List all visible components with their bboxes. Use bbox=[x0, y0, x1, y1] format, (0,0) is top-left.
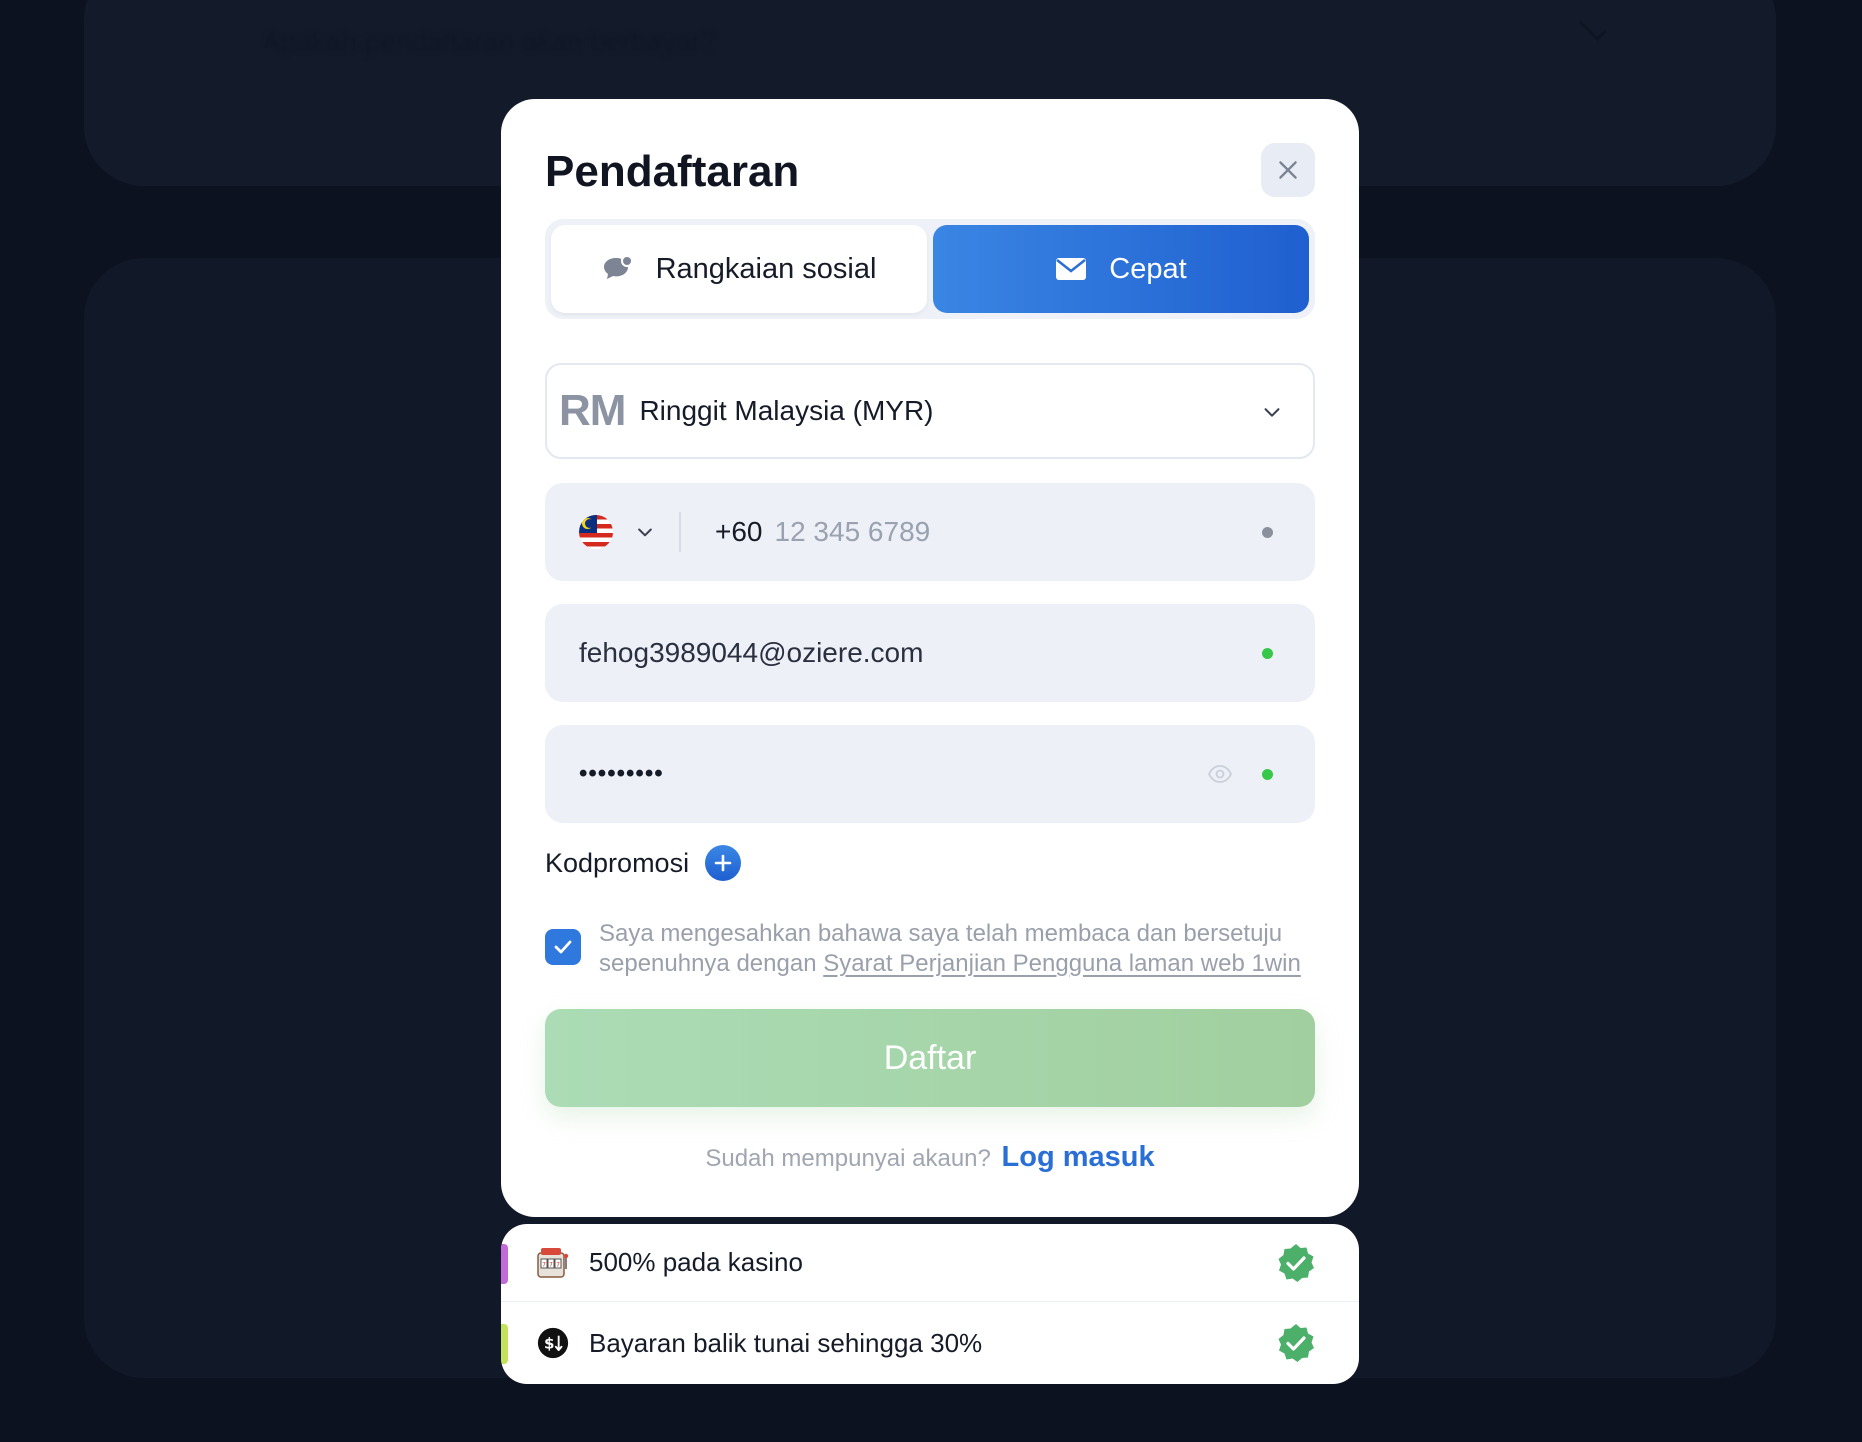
email-field[interactable]: fehog3989044@oziere.com bbox=[545, 604, 1315, 702]
malaysia-flag-icon[interactable] bbox=[579, 515, 613, 549]
verified-badge-icon bbox=[1278, 1244, 1314, 1282]
tab-social-label: Rangkaian sosial bbox=[655, 252, 877, 285]
email-status-dot bbox=[1262, 648, 1273, 659]
close-button[interactable] bbox=[1261, 143, 1315, 197]
close-icon bbox=[1279, 161, 1297, 179]
promo-code-toggle[interactable]: Kodpromosi bbox=[545, 845, 742, 881]
bonus-accent-bar bbox=[501, 1244, 508, 1284]
eye-icon[interactable] bbox=[1207, 761, 1233, 787]
bonus-accent-bar bbox=[501, 1324, 508, 1364]
phone-field[interactable]: +60 12 345 6789 bbox=[545, 483, 1315, 581]
phone-status-dot bbox=[1262, 527, 1273, 538]
bonus-label: Bayaran balik tunai sehingga 30% bbox=[589, 1327, 983, 1358]
terms-text: Saya mengesahkan bahawa saya telah memba… bbox=[599, 919, 1325, 979]
chat-bubbles-icon bbox=[603, 255, 633, 279]
slot-machine-icon: 7 7 7 bbox=[535, 1245, 571, 1281]
svg-text:7: 7 bbox=[556, 1261, 560, 1268]
phone-country-code: +60 bbox=[715, 516, 763, 547]
bonus-list: 7 7 7 500% pada kasino $ Bayaran balik t… bbox=[501, 1224, 1359, 1384]
password-field[interactable]: ••••••••• bbox=[545, 725, 1315, 823]
tab-social[interactable]: Rangkaian sosial bbox=[551, 225, 927, 313]
currency-label: Ringgit Malaysia (MYR) bbox=[639, 395, 934, 426]
bonus-item: $ Bayaran balik tunai sehingga 30% bbox=[501, 1304, 1359, 1382]
cashback-icon: $ bbox=[535, 1325, 571, 1361]
registration-modal: Pendaftaran Rangkaian sosial Cepat RM Ri… bbox=[501, 99, 1359, 1217]
chevron-down-icon bbox=[1264, 408, 1280, 417]
promo-add-button[interactable] bbox=[705, 845, 742, 881]
currency-symbol: RM bbox=[559, 386, 626, 435]
svg-text:7: 7 bbox=[549, 1261, 553, 1268]
phone-input[interactable]: 12 345 6789 bbox=[775, 516, 931, 548]
registration-type-tabs: Rangkaian sosial Cepat bbox=[545, 219, 1315, 319]
modal-title: Pendaftaran bbox=[545, 147, 800, 196]
checkmark-icon bbox=[554, 940, 572, 954]
tab-quick[interactable]: Cepat bbox=[933, 225, 1309, 313]
background-chevron-icon bbox=[1578, 12, 1608, 42]
promo-code-label: Kodpromosi bbox=[545, 847, 690, 878]
tab-quick-label: Cepat bbox=[1109, 252, 1187, 285]
login-link[interactable]: Log masuk bbox=[1002, 1141, 1155, 1173]
login-prompt-row: Sudah mempunyai akaun? Log masuk bbox=[501, 1141, 1359, 1174]
login-prompt: Sudah mempunyai akaun? bbox=[705, 1145, 991, 1172]
terms-checkbox[interactable] bbox=[545, 929, 581, 965]
currency-select[interactable]: RM Ringgit Malaysia (MYR) bbox=[545, 363, 1315, 459]
svg-text:7: 7 bbox=[542, 1261, 546, 1268]
register-button[interactable]: Daftar bbox=[545, 1009, 1315, 1107]
background-faq-text: Apakah pendaftaran akan berbayar? bbox=[262, 26, 717, 57]
envelope-icon bbox=[1056, 258, 1087, 280]
bonus-label: 500% pada kasino bbox=[589, 1247, 803, 1277]
password-input[interactable]: ••••••••• bbox=[579, 760, 664, 788]
plus-icon bbox=[714, 854, 732, 872]
svg-text:$: $ bbox=[544, 1335, 555, 1353]
bonus-item: 7 7 7 500% pada kasino bbox=[501, 1224, 1359, 1302]
phone-divider bbox=[679, 512, 681, 552]
email-input[interactable]: fehog3989044@oziere.com bbox=[579, 637, 923, 669]
verified-badge-icon bbox=[1278, 1324, 1314, 1362]
terms-link[interactable]: Syarat Perjanjian Pengguna laman web 1wi… bbox=[823, 950, 1301, 977]
password-status-dot bbox=[1262, 769, 1273, 780]
country-chevron-down-icon[interactable] bbox=[635, 522, 655, 542]
terms-consent: Saya mengesahkan bahawa saya telah memba… bbox=[545, 919, 1325, 979]
